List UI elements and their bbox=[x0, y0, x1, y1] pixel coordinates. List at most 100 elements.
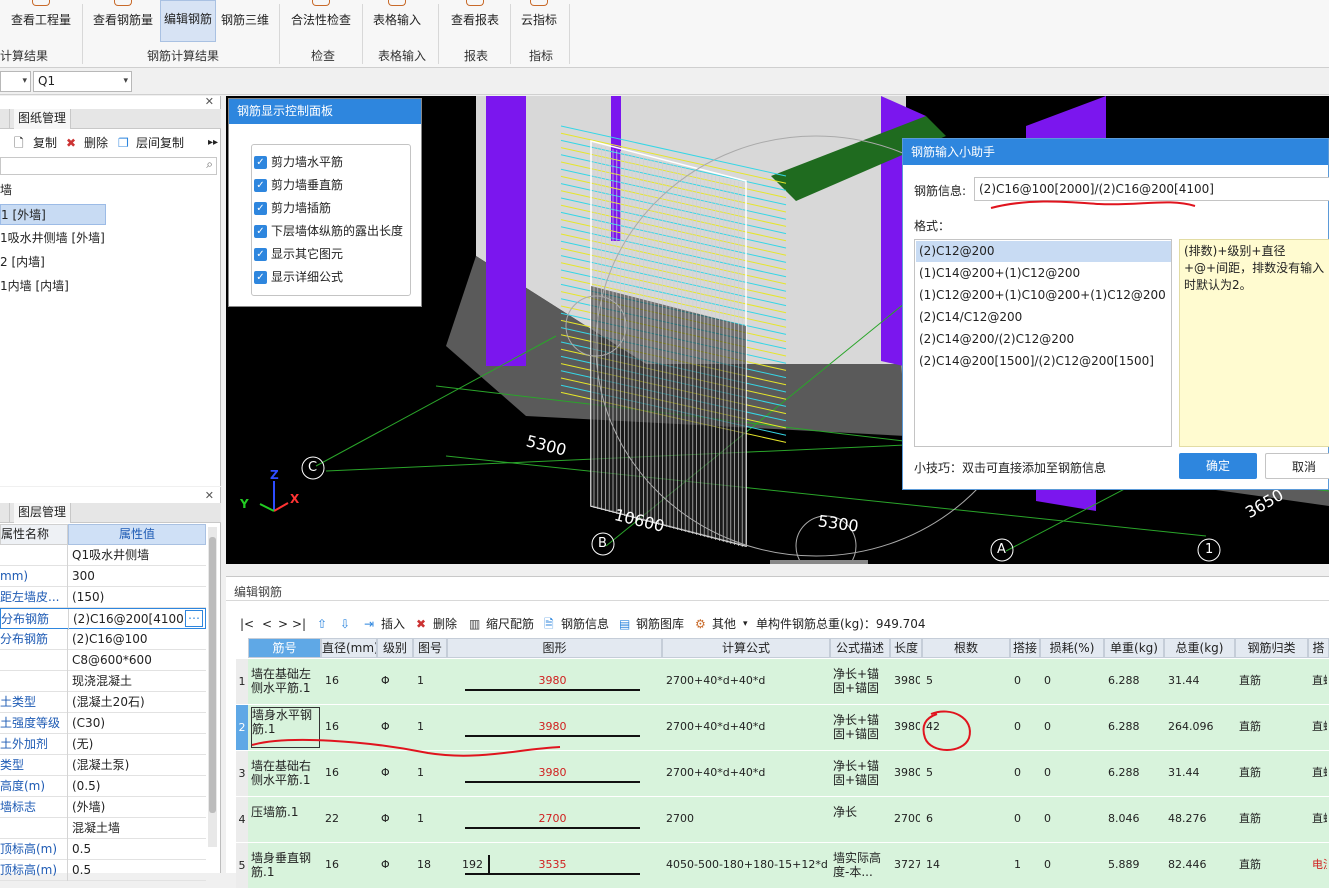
cell-formula[interactable]: 2700+40*d+40*d bbox=[666, 674, 828, 688]
cell-grade[interactable]: Φ bbox=[381, 674, 411, 688]
column-header[interactable]: 总重(kg) bbox=[1164, 638, 1235, 658]
nav-first-button[interactable]: |< bbox=[240, 613, 254, 635]
property-value[interactable]: 现浇混凝土 bbox=[70, 671, 206, 692]
cell-len[interactable]: 3980 bbox=[894, 766, 920, 780]
format-item[interactable]: (2)C14/C12@200 bbox=[916, 307, 1171, 328]
cell-total[interactable]: 31.44 bbox=[1168, 674, 1233, 688]
cell-fig[interactable]: 1 bbox=[417, 674, 445, 688]
view-report-button[interactable]: 查看报表 bbox=[446, 0, 504, 42]
property-row[interactable]: 顶标高(m) 0.5 bbox=[0, 860, 206, 881]
row-number[interactable]: 4 bbox=[236, 797, 248, 842]
checkbox-shear-wall-horizontal[interactable]: ✓ 剪力墙水平筋 bbox=[254, 152, 343, 172]
cell-unit[interactable]: 8.046 bbox=[1108, 812, 1162, 826]
property-row[interactable]: Q1吸水井侧墙 bbox=[0, 545, 206, 566]
cell-unit[interactable]: 6.288 bbox=[1108, 674, 1162, 688]
floor-select[interactable]: ▾ bbox=[0, 71, 31, 92]
cell-cls[interactable]: 直筋 bbox=[1239, 720, 1306, 734]
checkbox-show-detailed-formula[interactable]: ✓ 显示详细公式 bbox=[254, 267, 343, 287]
column-header[interactable]: 长度 bbox=[890, 638, 922, 658]
cell-grade[interactable]: Φ bbox=[381, 812, 411, 826]
cell-cls[interactable]: 直筋 bbox=[1239, 858, 1306, 872]
splitter-handle[interactable] bbox=[770, 560, 868, 564]
cell-cls[interactable]: 直筋 bbox=[1239, 766, 1306, 780]
column-header[interactable]: 单重(kg) bbox=[1104, 638, 1164, 658]
cell-lap[interactable]: 1 bbox=[1014, 858, 1038, 872]
cell-fig[interactable]: 18 bbox=[417, 858, 445, 872]
property-row[interactable]: 土外加剂 (无) bbox=[0, 734, 206, 755]
cell-loss[interactable]: 0 bbox=[1044, 812, 1102, 826]
rebar-shape-cell[interactable]: 2700 bbox=[465, 812, 640, 829]
cell-unit[interactable]: 6.288 bbox=[1108, 720, 1162, 734]
cell-fig[interactable]: 1 bbox=[417, 812, 445, 826]
cell-formula[interactable]: 4050-500-180+180-15+12*d bbox=[666, 858, 828, 872]
checkbox-shear-wall-dowel[interactable]: ✓ 剪力墙插筋 bbox=[254, 198, 331, 218]
cell-total[interactable]: 48.276 bbox=[1168, 812, 1233, 826]
cell-unit[interactable]: 5.889 bbox=[1108, 858, 1162, 872]
tab-drawing-management[interactable]: 图纸管理 bbox=[14, 109, 72, 129]
more-icon[interactable]: ▸▸ bbox=[208, 131, 218, 155]
move-up-icon[interactable]: ⇧ bbox=[317, 613, 327, 635]
rebar-name-cell[interactable]: 墙身垂直钢筋.1 bbox=[251, 851, 320, 879]
cell-loss[interactable]: 0 bbox=[1044, 766, 1102, 780]
cell-formula[interactable]: 2700+40*d+40*d bbox=[666, 766, 828, 780]
cell-len[interactable]: 3727 bbox=[894, 858, 920, 872]
cell-dia[interactable]: 16 bbox=[325, 674, 375, 688]
view-quantity-button[interactable]: 查看工程量 bbox=[8, 0, 74, 42]
property-value[interactable]: C8@600*600 bbox=[70, 650, 206, 671]
rebar-3d-button[interactable]: 钢筋三维 bbox=[217, 0, 273, 42]
cell-count[interactable]: 5 bbox=[926, 674, 1008, 688]
property-value[interactable]: Q1吸水井侧墙 bbox=[70, 545, 206, 566]
cloud-index-button[interactable]: 云指标 bbox=[516, 0, 562, 42]
rebar-shape-cell[interactable]: 3535 bbox=[465, 858, 640, 875]
tree-item-q1-pump-wall[interactable]: 1吸水井侧墙 [外墙] bbox=[0, 228, 105, 249]
property-row[interactable]: 墙标志 (外墙) bbox=[0, 797, 206, 818]
tree-item-q1[interactable]: 1 [外墙] bbox=[0, 204, 106, 225]
cell-len[interactable]: 3980 bbox=[894, 674, 920, 688]
cell-grade[interactable]: Φ bbox=[381, 858, 411, 872]
cell-len[interactable]: 2700 bbox=[894, 812, 920, 826]
column-header[interactable]: 图号 bbox=[413, 638, 447, 658]
edit-rebar-button[interactable]: 编辑钢筋 bbox=[160, 0, 216, 42]
cell-extra[interactable]: 直螺 bbox=[1312, 674, 1327, 688]
format-item[interactable]: (1)C14@200+(1)C12@200 bbox=[916, 263, 1171, 284]
column-header[interactable]: 根数 bbox=[922, 638, 1010, 658]
cell-cls[interactable]: 直筋 bbox=[1239, 812, 1306, 826]
format-item[interactable]: (2)C12@200 bbox=[916, 241, 1171, 262]
rebar-library-button[interactable]: 钢筋图库 bbox=[636, 613, 684, 635]
more-options-icon[interactable]: ⋯ bbox=[185, 610, 203, 627]
delete-button[interactable]: 删除 bbox=[84, 131, 108, 155]
cell-total[interactable]: 264.096 bbox=[1168, 720, 1233, 734]
close-icon[interactable]: ✕ bbox=[205, 95, 214, 108]
column-header[interactable]: 级别 bbox=[377, 638, 413, 658]
property-value[interactable]: (2)C16@100 bbox=[70, 629, 206, 650]
property-row[interactable]: C8@600*600 bbox=[0, 650, 206, 671]
cell-fig[interactable]: 1 bbox=[417, 766, 445, 780]
checkbox-lower-exposed-length[interactable]: ✓ 下层墙体纵筋的露出长度 bbox=[254, 221, 403, 241]
property-row[interactable]: 现浇混凝土 bbox=[0, 671, 206, 692]
rebar-info-button[interactable]: 钢筋信息 bbox=[561, 613, 609, 635]
property-value[interactable]: 混凝土墙 bbox=[70, 818, 206, 839]
property-row[interactable]: 顶标高(m) 0.5 bbox=[0, 839, 206, 860]
property-value[interactable]: (混凝土20石) bbox=[70, 692, 206, 713]
format-item[interactable]: (1)C12@200+(1)C10@200+(1)C12@200 bbox=[916, 285, 1171, 306]
formula-desc-cell[interactable]: 净长+锚固+锚固 bbox=[833, 713, 889, 741]
cell-lap[interactable]: 0 bbox=[1014, 720, 1038, 734]
formula-desc-cell[interactable]: 墙实际高度-本... bbox=[833, 851, 889, 879]
rebar-name-cell[interactable]: 墙在基础左侧水平筋.1 bbox=[251, 667, 320, 695]
scrollbar[interactable] bbox=[208, 527, 217, 847]
cell-formula[interactable]: 2700 bbox=[666, 812, 828, 826]
cell-extra[interactable]: 直螺 bbox=[1312, 812, 1327, 826]
property-value[interactable]: 300 bbox=[70, 566, 206, 587]
nav-next-button[interactable]: > bbox=[278, 613, 288, 635]
column-header[interactable]: 公式描述 bbox=[830, 638, 890, 658]
other-menu-button[interactable]: 其他 bbox=[712, 613, 736, 635]
property-value[interactable]: (C30) bbox=[70, 713, 206, 734]
cell-lap[interactable]: 0 bbox=[1014, 812, 1038, 826]
legality-check-button[interactable]: 合法性检查 bbox=[286, 0, 356, 42]
nav-last-button[interactable]: >| bbox=[292, 613, 306, 635]
cell-grade[interactable]: Φ bbox=[381, 766, 411, 780]
property-row[interactable]: 分布钢筋 (2)C16@100 bbox=[0, 629, 206, 650]
formula-desc-cell[interactable]: 净长+锚固+锚固 bbox=[833, 759, 889, 787]
cell-extra[interactable]: 直螺 bbox=[1312, 720, 1327, 734]
checkbox-show-other-elements[interactable]: ✓ 显示其它图元 bbox=[254, 244, 343, 264]
